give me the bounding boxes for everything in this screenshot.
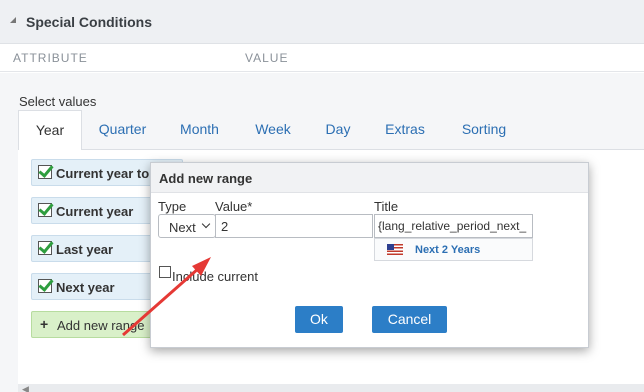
add-new-range-label: Add new range (57, 318, 145, 333)
dialog-header: Add new range (151, 163, 588, 193)
collapse-triangle-icon[interactable] (10, 17, 16, 23)
chevron-down-icon (201, 219, 211, 229)
checkbox-checked-icon[interactable] (38, 165, 52, 179)
range-label: Current year (56, 204, 134, 219)
tab-month[interactable]: Month (172, 110, 227, 150)
horizontal-scrollbar[interactable]: ◀ (18, 384, 644, 392)
include-current-label: Include current (172, 269, 258, 284)
type-select[interactable]: Next (158, 214, 216, 238)
checkbox-checked-icon[interactable] (38, 279, 52, 293)
type-select-value: Next (169, 220, 196, 235)
scroll-left-icon[interactable]: ◀ (22, 384, 29, 392)
add-range-dialog: Add new range Type Value* Title Next Nex… (150, 162, 589, 348)
title-preview-text: Next 2 Years (415, 244, 481, 256)
range-label: Next year (56, 280, 115, 295)
us-flag-icon (387, 244, 403, 255)
ok-button[interactable]: Ok (295, 306, 343, 333)
checkbox-checked-icon[interactable] (38, 241, 52, 255)
checkbox-checked-icon[interactable] (38, 203, 52, 217)
tab-sorting[interactable]: Sorting (455, 110, 513, 150)
tab-quarter[interactable]: Quarter (88, 110, 157, 150)
value-column-header: VALUE (245, 51, 289, 65)
title-translation-preview: Next 2 Years (374, 238, 533, 261)
range-label: Last year (56, 242, 114, 257)
tab-bar: Year Quarter Month Week Day Extras Sorti… (18, 110, 644, 151)
plus-icon: + (40, 316, 49, 332)
value-input[interactable] (215, 214, 373, 238)
type-label: Type (158, 199, 187, 214)
value-label: Value* (215, 199, 253, 214)
select-values-label: Select values (19, 94, 97, 109)
tab-year[interactable]: Year (18, 110, 82, 151)
include-current-checkbox[interactable] (159, 266, 171, 278)
attribute-column-header: ATTRIBUTE (13, 51, 88, 65)
title-label: Title (374, 199, 399, 214)
title-input[interactable] (374, 214, 533, 238)
tab-week[interactable]: Week (248, 110, 298, 150)
panel-header[interactable]: Special Conditions (0, 0, 644, 44)
column-header-row: ATTRIBUTE VALUE (0, 44, 644, 72)
tab-extras[interactable]: Extras (380, 110, 430, 150)
dialog-title: Add new range (159, 171, 253, 186)
panel-title: Special Conditions (26, 14, 153, 30)
tab-day[interactable]: Day (320, 110, 356, 150)
cancel-button[interactable]: Cancel (372, 306, 447, 333)
